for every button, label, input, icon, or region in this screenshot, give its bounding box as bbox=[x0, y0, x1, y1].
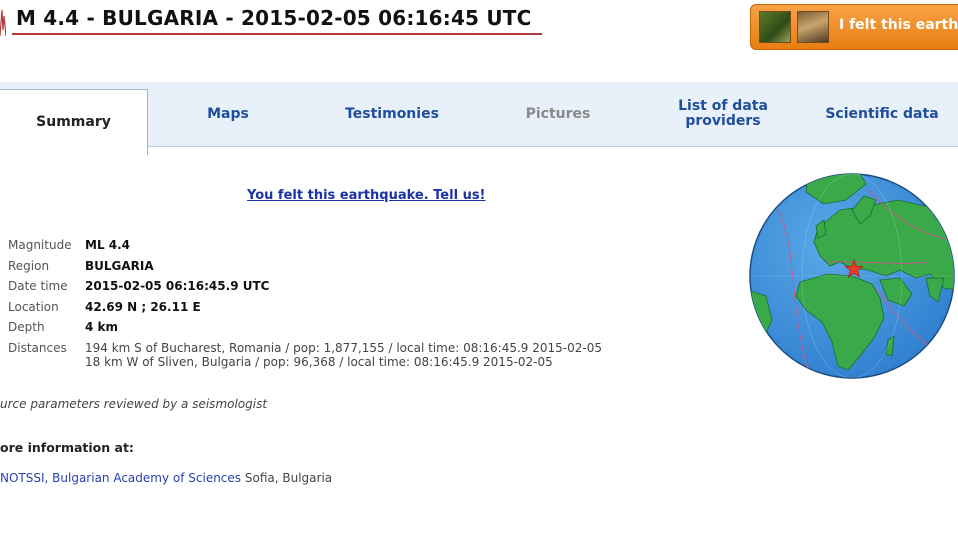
distance-line: 194 km S of Bucharest, Romania / pop: 1,… bbox=[85, 340, 602, 355]
info-row-region: Region BULGARIA bbox=[8, 259, 602, 280]
depth-value: 4 km bbox=[85, 320, 119, 334]
source-agency: NOTSSI, Bulgarian Academy of Sciences So… bbox=[0, 471, 332, 485]
tab-testimonies[interactable]: Testimonies bbox=[308, 82, 476, 146]
tab-pictures[interactable]: Pictures bbox=[476, 82, 640, 146]
distance-line: 18 km W of Sliven, Bulgaria / pop: 96,36… bbox=[85, 354, 553, 369]
depth-label: Depth bbox=[8, 320, 45, 334]
info-row-datetime: Date time 2015-02-05 06:16:45.9 UTC bbox=[8, 279, 602, 300]
agency-link[interactable]: NOTSSI, Bulgarian Academy of Sciences bbox=[0, 471, 241, 485]
magnitude-value: ML 4.4 bbox=[85, 238, 131, 252]
datetime-value: 2015-02-05 06:16:45.9 UTC bbox=[85, 279, 270, 293]
datetime-label: Date time bbox=[8, 279, 68, 293]
region-label: Region bbox=[8, 258, 50, 273]
reviewed-note: urce parameters reviewed by a seismologi… bbox=[0, 397, 268, 411]
agency-location: Sofia, Bulgaria bbox=[244, 471, 333, 485]
tab-scientific-data[interactable]: Scientific data bbox=[806, 82, 958, 146]
info-row-distances: Distances 194 km S of Bucharest, Romania… bbox=[8, 341, 602, 369]
tab-data-providers[interactable]: List of data providers bbox=[640, 82, 806, 146]
tab-summary[interactable]: Summary bbox=[0, 89, 148, 155]
region-value: BULGARIA bbox=[85, 258, 154, 273]
magnitude-label: Magnitude bbox=[8, 238, 72, 252]
location-value: 42.69 N ; 26.11 E bbox=[85, 299, 201, 314]
damage-photo-icon bbox=[797, 11, 829, 43]
seismogram-icon bbox=[0, 9, 6, 36]
more-info-heading: ore information at: bbox=[0, 440, 134, 455]
distances-value: 194 km S of Bucharest, Romania / pop: 1,… bbox=[85, 341, 602, 369]
tab-maps[interactable]: Maps bbox=[148, 82, 308, 146]
tell-us-link[interactable]: You felt this earthquake. Tell us! bbox=[247, 188, 486, 203]
felt-earthquake-button[interactable]: I felt this earthq bbox=[750, 4, 958, 50]
felt-earthquake-label: I felt this earthq bbox=[839, 17, 958, 33]
page-title: M 4.4 - BULGARIA - 2015-02-05 06:16:45 U… bbox=[16, 6, 532, 30]
tab-bar: Summary Maps Testimonies Pictures List o… bbox=[0, 82, 958, 155]
landscape-photo-icon bbox=[759, 11, 791, 43]
event-info-table: Magnitude ML 4.4 Region BULGARIA Date ti… bbox=[8, 238, 602, 369]
info-row-depth: Depth 4 km bbox=[8, 320, 602, 341]
info-row-magnitude: Magnitude ML 4.4 bbox=[8, 238, 602, 259]
location-label: Location bbox=[8, 299, 59, 314]
info-row-location: Location 42.69 N ; 26.11 E bbox=[8, 300, 602, 321]
globe-map bbox=[749, 173, 955, 379]
distances-label: Distances bbox=[8, 340, 67, 355]
title-underline bbox=[12, 33, 542, 35]
